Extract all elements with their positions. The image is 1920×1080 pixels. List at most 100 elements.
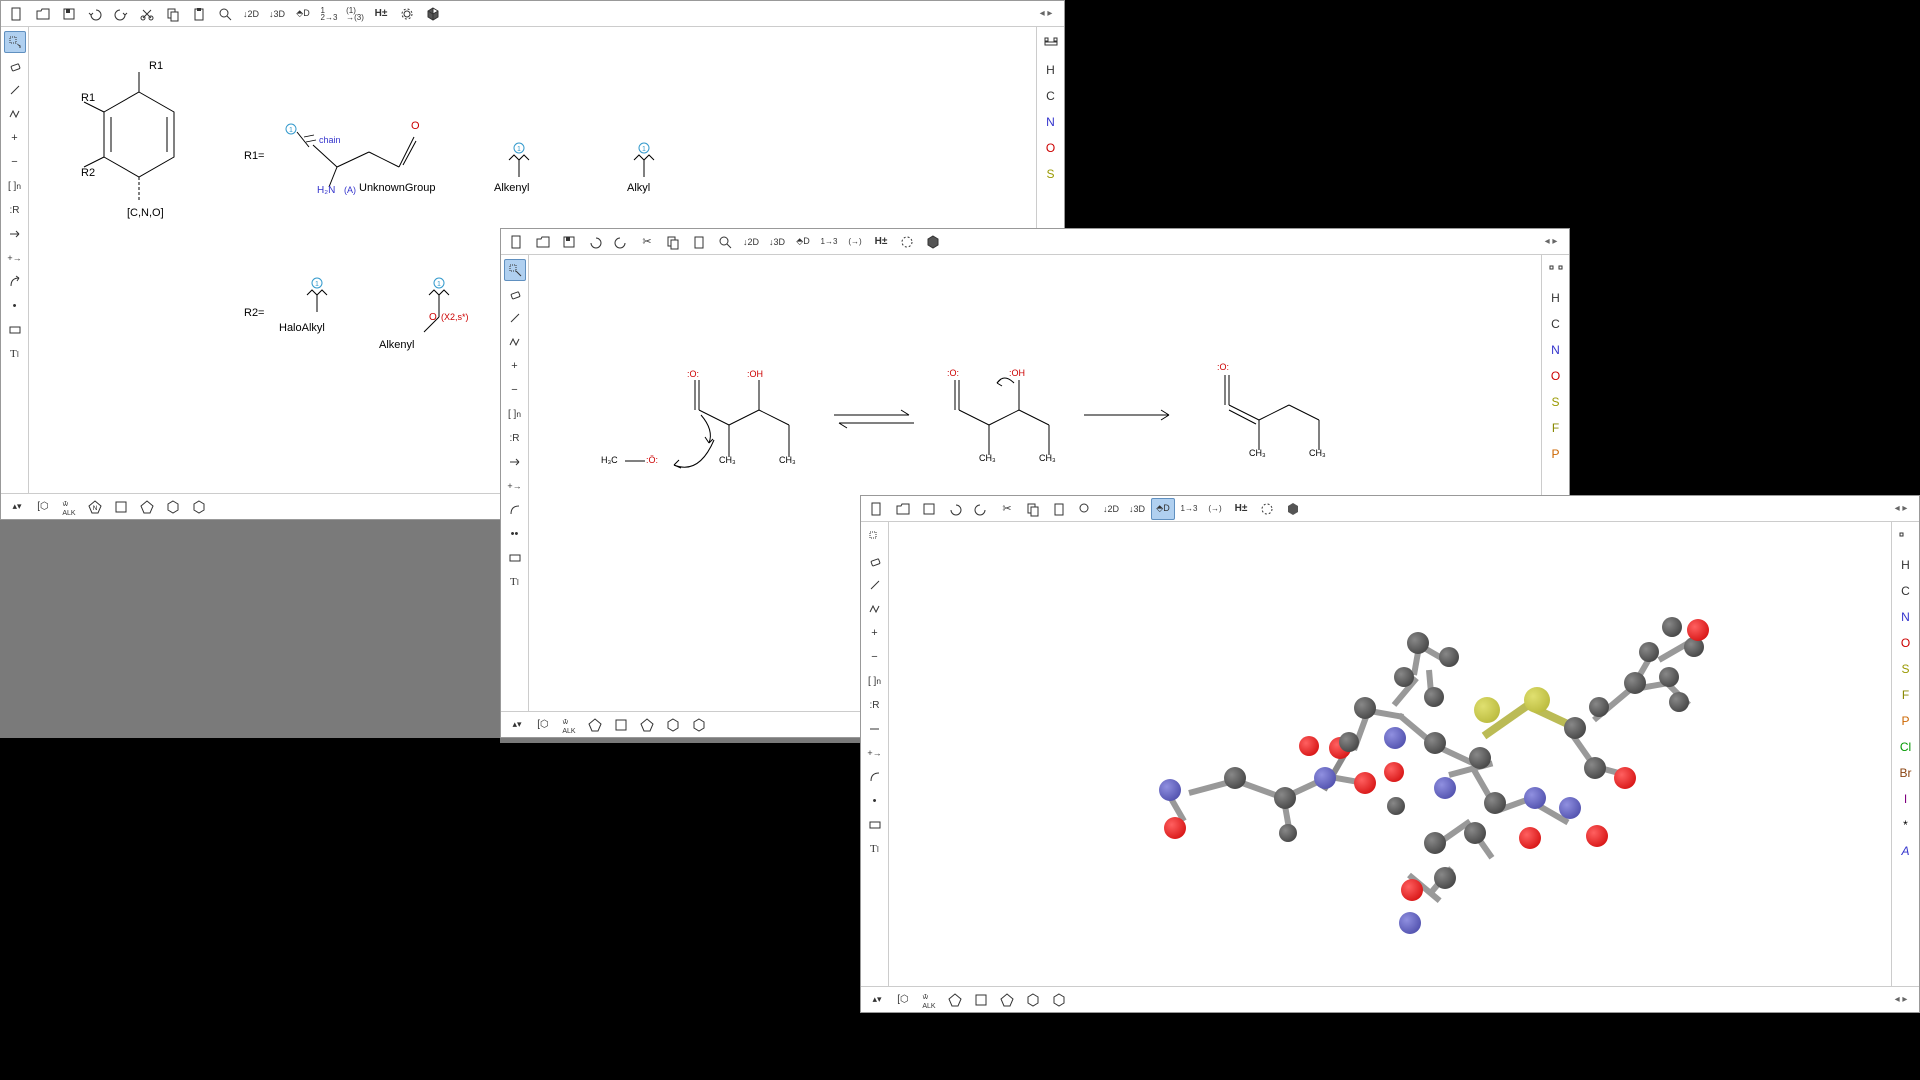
open-icon[interactable]	[891, 498, 915, 520]
nav-arrows[interactable]: ◂ ▸	[1032, 8, 1060, 19]
element-a[interactable]: A	[1897, 842, 1913, 860]
arrow-tool[interactable]	[864, 718, 886, 740]
bracket-ring-icon[interactable]: [⬡	[891, 989, 915, 1011]
element-p[interactable]: P	[1897, 712, 1913, 730]
chain-tool[interactable]	[864, 598, 886, 620]
poly4-icon[interactable]	[609, 714, 633, 736]
hplus-icon[interactable]: H±	[369, 3, 393, 25]
r-label-tool[interactable]: :R	[4, 199, 26, 221]
layout-icon[interactable]: ↓3D	[265, 3, 289, 25]
canvas-3d[interactable]	[889, 522, 1891, 986]
periodic-icon[interactable]	[1895, 526, 1917, 548]
poly4-icon[interactable]	[969, 989, 993, 1011]
2d-icon[interactable]: ↓2D	[1099, 498, 1123, 520]
text-tool[interactable]: TI	[4, 343, 26, 365]
select-tool[interactable]	[504, 259, 526, 281]
gear-icon[interactable]	[395, 3, 419, 25]
frac2-icon[interactable]: (→)	[1203, 498, 1227, 520]
new-icon[interactable]	[5, 3, 29, 25]
copy-icon[interactable]	[161, 3, 185, 25]
new-icon[interactable]	[865, 498, 889, 520]
minus-tool[interactable]: −	[504, 379, 526, 401]
bond-tool[interactable]	[864, 574, 886, 596]
plus-tool[interactable]: +	[4, 127, 26, 149]
element-h[interactable]: H	[1042, 61, 1059, 79]
save-icon[interactable]	[557, 231, 581, 253]
bracket-ring-icon[interactable]: [⬡	[531, 714, 555, 736]
gear-icon[interactable]	[895, 231, 919, 253]
frac1-icon[interactable]: 12→3	[317, 3, 341, 25]
curve-tool[interactable]	[864, 766, 886, 788]
text-tool[interactable]: TI	[864, 838, 886, 860]
r-label-tool[interactable]: :R	[504, 427, 526, 449]
element-s[interactable]: S	[1042, 165, 1058, 183]
nav-arrows[interactable]: ◂ ▸	[1887, 503, 1915, 514]
poly6-icon[interactable]	[1021, 989, 1045, 1011]
layout-icon[interactable]: ↓3D	[765, 231, 789, 253]
element-c[interactable]: C	[1897, 582, 1914, 600]
frac2-icon[interactable]: (→)	[843, 231, 867, 253]
plus-arrow-tool[interactable]: +→	[504, 475, 526, 497]
2d-icon[interactable]: ↓2D	[739, 231, 763, 253]
copy-icon[interactable]	[661, 231, 685, 253]
poly5-icon[interactable]	[135, 496, 159, 518]
cut-icon[interactable]: ✂	[635, 231, 659, 253]
open-icon[interactable]	[31, 3, 55, 25]
save-icon[interactable]	[917, 498, 941, 520]
3d-icon[interactable]: ⬘D	[291, 3, 315, 25]
bracket-tool[interactable]: [ ]n	[4, 175, 26, 197]
element-br[interactable]: Br	[1896, 764, 1916, 782]
2d-icon[interactable]: ↓2D	[239, 3, 263, 25]
3d-icon[interactable]: ⬘D	[791, 231, 815, 253]
copy-icon[interactable]	[1021, 498, 1045, 520]
poly6b-icon[interactable]	[687, 714, 711, 736]
element-p[interactable]: P	[1547, 445, 1563, 463]
select-tool[interactable]	[4, 31, 26, 53]
plus-tool[interactable]: +	[504, 355, 526, 377]
curve-tool[interactable]	[504, 499, 526, 521]
redo-icon[interactable]	[969, 498, 993, 520]
element-cl[interactable]: Cl	[1896, 738, 1915, 756]
dot-tool[interactable]: •	[864, 790, 886, 812]
erase-tool[interactable]	[504, 283, 526, 305]
redo-icon[interactable]	[609, 231, 633, 253]
cube-icon[interactable]	[1281, 498, 1305, 520]
nav-arrows-bottom[interactable]: ◂ ▸	[1887, 994, 1915, 1005]
element-n[interactable]: N	[1042, 113, 1059, 131]
element-c[interactable]: C	[1547, 315, 1564, 333]
nav-arrows[interactable]: ◂ ▸	[1537, 236, 1565, 247]
poly4-icon[interactable]	[109, 496, 133, 518]
element-o[interactable]: O	[1547, 367, 1564, 385]
poly5-icon[interactable]	[995, 989, 1019, 1011]
bracket-tool[interactable]: [ ]n	[864, 670, 886, 692]
dot-tool[interactable]: •	[4, 295, 26, 317]
bond-tool[interactable]	[504, 307, 526, 329]
updown-icon[interactable]: ▴▾	[5, 496, 29, 518]
open-icon[interactable]	[531, 231, 555, 253]
frac2-icon[interactable]: (1)→(3)	[343, 3, 367, 25]
element-f[interactable]: F	[1898, 686, 1913, 704]
element-c[interactable]: C	[1042, 87, 1059, 105]
poly6-icon[interactable]	[161, 496, 185, 518]
paste-icon[interactable]	[1047, 498, 1071, 520]
bracket-ring-icon[interactable]: [⬡	[31, 496, 55, 518]
minus-tool[interactable]: −	[4, 151, 26, 173]
curve-tool[interactable]	[4, 271, 26, 293]
updown-icon[interactable]: ▴▾	[505, 714, 529, 736]
text-tool[interactable]: TI	[504, 571, 526, 593]
element-h[interactable]: H	[1897, 556, 1914, 574]
frac1-icon[interactable]: 1→3	[1177, 498, 1201, 520]
plus-arrow-tool[interactable]: +→	[4, 247, 26, 269]
rect-tool[interactable]	[4, 319, 26, 341]
paste-icon[interactable]	[687, 231, 711, 253]
paste-icon[interactable]	[187, 3, 211, 25]
n-ring-icon[interactable]	[943, 989, 967, 1011]
n-ring-icon[interactable]	[583, 714, 607, 736]
zoom-icon[interactable]	[213, 3, 237, 25]
save-icon[interactable]	[57, 3, 81, 25]
hplus-icon[interactable]: H±	[869, 231, 893, 253]
erase-tool[interactable]	[4, 55, 26, 77]
zoom-icon[interactable]	[713, 231, 737, 253]
bracket-tool[interactable]: [ ]n	[504, 403, 526, 425]
arrow-tool[interactable]	[4, 223, 26, 245]
